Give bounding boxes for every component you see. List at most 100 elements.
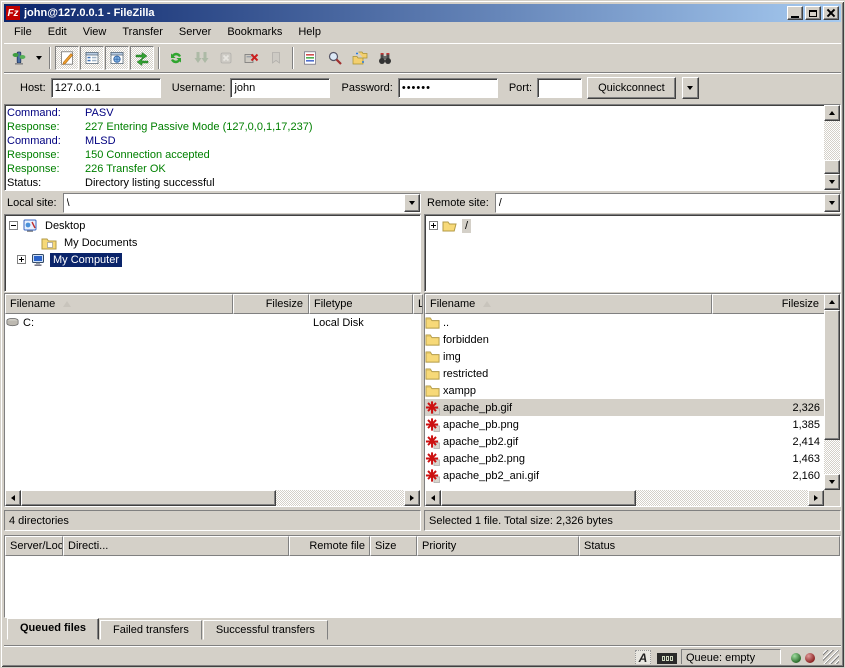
remote-file-row[interactable]: apache_pb2.gif 2,414: [425, 433, 824, 450]
quickconnect-button[interactable]: Quickconnect: [587, 77, 676, 99]
close-button[interactable]: [823, 6, 839, 20]
remote-site-dropdown[interactable]: [824, 194, 840, 212]
file-size: 2,326: [712, 402, 824, 414]
scroll-up-button[interactable]: [824, 294, 840, 310]
minimize-button[interactable]: [787, 6, 803, 20]
remote-file-row[interactable]: ..: [425, 314, 824, 331]
tree-item-label[interactable]: /: [462, 219, 471, 233]
cancel-operation-button[interactable]: [214, 46, 238, 70]
scrollbar-thumb[interactable]: [21, 490, 276, 506]
remote-file-row[interactable]: restricted: [425, 365, 824, 382]
remote-file-row[interactable]: apache_pb.png 1,385: [425, 416, 824, 433]
menu-item[interactable]: File: [6, 23, 40, 41]
queue-column-header[interactable]: Size: [370, 536, 417, 556]
toggle-message-log-button[interactable]: [55, 46, 79, 70]
process-queue-button[interactable]: [189, 46, 213, 70]
local-site-input[interactable]: [64, 194, 404, 212]
title-bar[interactable]: Fz john@127.0.0.1 - FileZilla: [4, 4, 841, 22]
site-manager-button[interactable]: [7, 46, 31, 70]
column-header-filesize[interactable]: Filesize: [233, 294, 309, 314]
toggle-transfer-queue-button[interactable]: [130, 46, 154, 70]
column-header-filename[interactable]: Filename: [425, 294, 712, 314]
remote-file-row[interactable]: forbidden: [425, 331, 824, 348]
column-header-filesize[interactable]: Filesize: [712, 294, 824, 314]
menu-item[interactable]: View: [75, 23, 115, 41]
password-input[interactable]: [398, 78, 498, 98]
tree-item-desktop[interactable]: Desktop: [9, 217, 420, 234]
remote-horizontal-scrollbar[interactable]: [425, 490, 824, 506]
log-line: Response: 226 Transfer OK: [7, 162, 824, 176]
port-input[interactable]: [537, 78, 582, 98]
find-files-button[interactable]: [373, 46, 397, 70]
remote-file-row[interactable]: xampp: [425, 382, 824, 399]
queue-column-header[interactable]: Directi...: [63, 536, 289, 556]
queue-body[interactable]: [5, 556, 840, 617]
remote-file-row[interactable]: apache_pb.gif 2,326: [425, 399, 824, 416]
filter-button[interactable]: [298, 46, 322, 70]
menu-item[interactable]: Edit: [40, 23, 75, 41]
synchronized-browsing-button[interactable]: [348, 46, 372, 70]
tree-item-label[interactable]: My Documents: [61, 236, 140, 250]
menu-item[interactable]: Server: [171, 23, 219, 41]
queue-tab[interactable]: Successful transfers: [203, 620, 328, 640]
log-vertical-scrollbar[interactable]: [824, 105, 840, 190]
username-input[interactable]: [230, 78, 330, 98]
remote-directory-tree[interactable]: /: [424, 214, 841, 292]
disconnect-button[interactable]: [239, 46, 263, 70]
expand-icon[interactable]: [17, 255, 26, 264]
tree-item-label[interactable]: My Computer: [50, 253, 122, 267]
scroll-left-button[interactable]: [5, 490, 21, 506]
scroll-down-button[interactable]: [824, 474, 840, 490]
local-file-rows[interactable]: C: Local Disk: [5, 314, 420, 490]
scroll-down-button[interactable]: [824, 174, 840, 190]
tree-item-root[interactable]: /: [429, 217, 840, 234]
local-site-combo[interactable]: [63, 193, 421, 213]
local-horizontal-scrollbar[interactable]: [5, 490, 420, 506]
tree-item-my-computer[interactable]: My Computer: [9, 251, 420, 268]
scrollbar-thumb[interactable]: [441, 490, 636, 506]
column-header-filename[interactable]: Filename: [5, 294, 233, 314]
column-header-filetype[interactable]: Filetype: [309, 294, 413, 314]
my-computer-icon: [30, 252, 46, 268]
reconnect-button[interactable]: [264, 46, 288, 70]
maximize-button[interactable]: [805, 6, 821, 20]
menu-item[interactable]: Help: [290, 23, 329, 41]
queue-column-header[interactable]: Remote file: [289, 536, 370, 556]
scroll-left-button[interactable]: [425, 490, 441, 506]
collapse-icon[interactable]: [9, 221, 18, 230]
remote-site-combo[interactable]: [495, 193, 841, 213]
remote-file-row[interactable]: apache_pb2_ani.gif 2,160: [425, 467, 824, 484]
queue-column-header[interactable]: Priority: [417, 536, 579, 556]
expand-icon[interactable]: [429, 221, 438, 230]
quickconnect-dropdown[interactable]: [682, 77, 699, 99]
host-input[interactable]: [51, 78, 161, 98]
remote-file-rows[interactable]: .. forbidden: [425, 314, 824, 490]
local-site-dropdown[interactable]: [404, 194, 420, 212]
menu-item[interactable]: Bookmarks: [219, 23, 290, 41]
tree-item-my-documents[interactable]: My Documents: [9, 234, 420, 251]
remote-file-row[interactable]: img: [425, 348, 824, 365]
local-file-row[interactable]: C: Local Disk: [5, 314, 420, 331]
file-icon: [425, 400, 443, 416]
directory-comparison-button[interactable]: [323, 46, 347, 70]
scrollbar-thumb[interactable]: [824, 310, 840, 440]
toggle-remote-tree-button[interactable]: [105, 46, 129, 70]
resize-grip[interactable]: [823, 650, 839, 664]
queue-column-header[interactable]: Status: [579, 536, 840, 556]
remote-file-row[interactable]: apache_pb2.png 1,463: [425, 450, 824, 467]
menu-item[interactable]: Transfer: [114, 23, 171, 41]
scroll-right-button[interactable]: [808, 490, 824, 506]
scrollbar-thumb[interactable]: [824, 160, 840, 174]
remote-site-input[interactable]: [496, 194, 824, 212]
refresh-button[interactable]: [164, 46, 188, 70]
toggle-local-tree-button[interactable]: [80, 46, 104, 70]
queue-tab[interactable]: Queued files: [7, 618, 99, 640]
site-manager-dropdown[interactable]: [32, 46, 45, 70]
remote-vertical-scrollbar[interactable]: [824, 294, 840, 506]
queue-column-header[interactable]: Server/Local file: [5, 536, 63, 556]
local-directory-tree[interactable]: Desktop My Documents My Computer: [4, 214, 421, 292]
scroll-right-button[interactable]: [404, 490, 420, 506]
scroll-up-button[interactable]: [824, 105, 840, 121]
tree-item-label[interactable]: Desktop: [42, 219, 88, 233]
queue-tab[interactable]: Failed transfers: [100, 620, 202, 640]
